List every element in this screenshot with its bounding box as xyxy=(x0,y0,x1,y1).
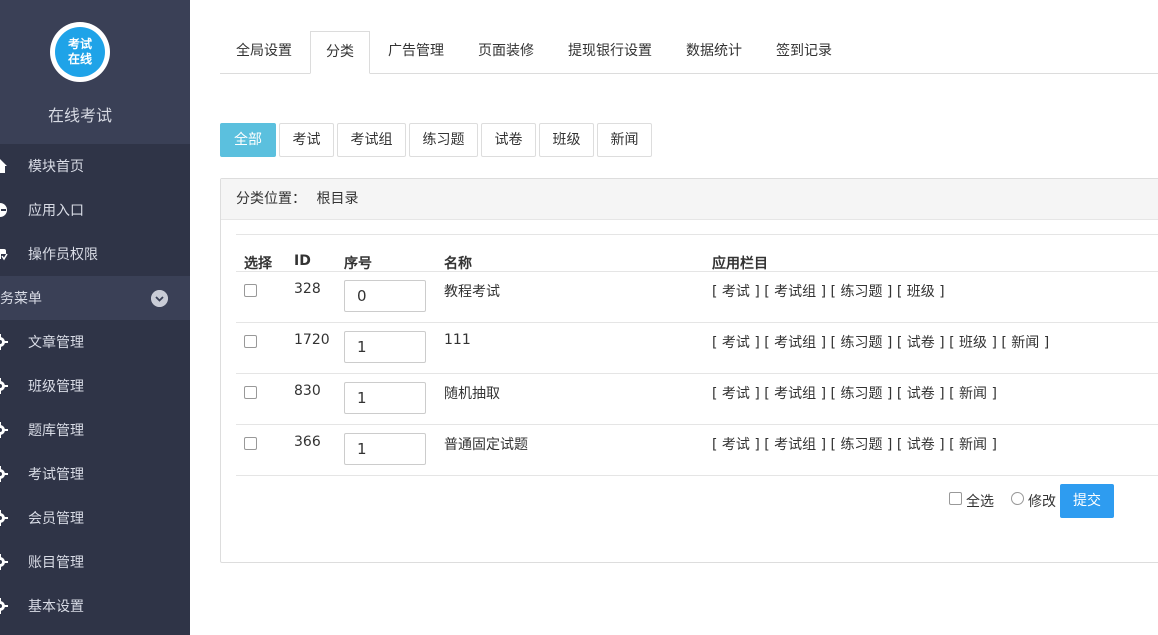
filter-news-button[interactable]: 新闻 xyxy=(597,123,652,157)
sidebar-item-question-bank[interactable]: 题库管理 xyxy=(0,408,190,452)
submit-button[interactable]: 提交 xyxy=(1060,484,1114,518)
gear-icon xyxy=(0,334,8,350)
settings-tabs: 全局设置 分类 广告管理 页面装修 提现银行设置 数据统计 签到记录 xyxy=(220,31,1158,74)
row-divider xyxy=(236,475,1158,476)
tab-category[interactable]: 分类 xyxy=(310,31,370,74)
row-columns[interactable]: [ 考试 ] [ 考试组 ] [ 练习题 ] [ 试卷 ] [ 班级 ] [ 新… xyxy=(712,332,1049,352)
sidebar-item-account-manage[interactable]: 账目管理 xyxy=(0,540,190,584)
location-value: 根目录 xyxy=(316,191,359,207)
filter-exam-button[interactable]: 考试 xyxy=(279,123,334,157)
tab-statistics[interactable]: 数据统计 xyxy=(670,31,758,72)
sidebar-item-label: 会员管理 xyxy=(28,511,84,527)
row-columns[interactable]: [ 考试 ] [ 考试组 ] [ 练习题 ] [ 班级 ] xyxy=(712,281,945,301)
filter-paper-button[interactable]: 试卷 xyxy=(481,123,536,157)
row-id: 328 xyxy=(294,281,321,297)
row-divider xyxy=(236,424,1158,425)
logo-badge: 考试 在线 xyxy=(55,27,105,77)
table-header-border xyxy=(236,271,1158,272)
tab-ad-manage[interactable]: 广告管理 xyxy=(372,31,460,72)
sidebar-header: 考试 在线 在线考试 xyxy=(0,0,190,144)
sidebar-item-label: 操作员权限 xyxy=(28,247,98,263)
order-input[interactable]: 1 xyxy=(344,331,426,363)
sidebar-item-module-home[interactable]: 模块首页 xyxy=(0,144,190,188)
sidebar-section-business[interactable]: 务菜单 xyxy=(0,276,190,320)
gear-icon xyxy=(0,598,8,614)
select-all-label: 全选 xyxy=(966,494,994,510)
home-icon xyxy=(0,159,7,173)
table-top-border xyxy=(236,234,1158,235)
row-id: 1720 xyxy=(294,332,330,348)
row-name: 教程考试 xyxy=(444,284,500,300)
location-label: 分类位置： xyxy=(236,191,306,207)
filter-practice-button[interactable]: 练习题 xyxy=(409,123,478,157)
filter-class-button[interactable]: 班级 xyxy=(539,123,594,157)
header-id: ID xyxy=(294,253,311,269)
gear-icon xyxy=(0,554,8,570)
sidebar-item-label: 题库管理 xyxy=(28,423,84,439)
tab-withdraw-bank[interactable]: 提现银行设置 xyxy=(552,31,668,72)
row-checkbox[interactable] xyxy=(244,284,257,297)
sidebar-item-basic-settings[interactable]: 基本设置 xyxy=(0,584,190,628)
sidebar-item-operator-permission[interactable]: 操作员权限 xyxy=(0,232,190,276)
sidebar-item-label: 模块首页 xyxy=(28,159,84,175)
sidebar-item-label: 基本设置 xyxy=(28,599,84,615)
chevron-down-icon[interactable] xyxy=(151,290,168,307)
sidebar-item-label: 账目管理 xyxy=(28,555,84,571)
entry-icon xyxy=(0,203,7,217)
header-select: 选择 xyxy=(244,256,272,272)
gear-icon xyxy=(0,378,8,394)
app-title: 在线考试 xyxy=(47,106,112,125)
logo-text-line1: 考试 xyxy=(67,37,92,51)
sidebar-item-class-manage[interactable]: 班级管理 xyxy=(0,364,190,408)
filter-all-button[interactable]: 全部 xyxy=(220,123,276,157)
order-input[interactable]: 1 xyxy=(344,433,426,465)
tab-global-settings[interactable]: 全局设置 xyxy=(220,31,308,72)
row-checkbox[interactable] xyxy=(244,437,257,450)
row-name: 普通固定试题 xyxy=(444,437,528,453)
gear-icon xyxy=(0,510,8,526)
sidebar-item-app-entry[interactable]: 应用入口 xyxy=(0,188,190,232)
tab-checkin-records[interactable]: 签到记录 xyxy=(760,31,848,72)
header-name: 名称 xyxy=(444,256,472,272)
row-columns[interactable]: [ 考试 ] [ 考试组 ] [ 练习题 ] [ 试卷 ] [ 新闻 ] xyxy=(712,434,997,454)
row-checkbox[interactable] xyxy=(244,335,257,348)
row-divider xyxy=(236,322,1158,323)
header-order: 序号 xyxy=(344,256,372,272)
permission-icon xyxy=(0,249,8,261)
modify-label: 修改 xyxy=(1028,494,1056,510)
app-logo[interactable]: 考试 在线 xyxy=(50,22,110,82)
row-columns[interactable]: [ 考试 ] [ 考试组 ] [ 练习题 ] [ 试卷 ] [ 新闻 ] xyxy=(712,383,997,403)
logo-text-line2: 在线 xyxy=(67,52,92,66)
gear-icon xyxy=(0,422,8,438)
sidebar-item-label: 班级管理 xyxy=(28,379,84,395)
filter-exam-group-button[interactable]: 考试组 xyxy=(337,123,406,157)
gear-icon xyxy=(0,466,8,482)
select-all-checkbox[interactable] xyxy=(949,492,962,505)
row-id: 830 xyxy=(294,383,321,399)
sidebar-item-label: 考试管理 xyxy=(28,467,84,483)
row-name: 随机抽取 xyxy=(444,386,500,402)
sidebar-item-label: 文章管理 xyxy=(28,335,84,351)
category-location: 分类位置： 根目录 xyxy=(221,179,1158,220)
sidebar: 考试 在线 在线考试 模块首页 应用入口 操作员权限 务菜单 文章管理 班级管理… xyxy=(0,0,190,635)
row-name: 111 xyxy=(444,332,471,348)
sidebar-item-article-manage[interactable]: 文章管理 xyxy=(0,320,190,364)
header-columns: 应用栏目 xyxy=(712,256,768,272)
sidebar-item-label: 应用入口 xyxy=(28,203,84,219)
category-panel: 分类位置： 根目录 xyxy=(220,178,1158,563)
sidebar-section-label: 务菜单 xyxy=(0,291,42,307)
order-input[interactable]: 1 xyxy=(344,382,426,414)
modify-radio[interactable] xyxy=(1011,492,1024,505)
tab-page-decoration[interactable]: 页面装修 xyxy=(462,31,550,72)
row-divider xyxy=(236,373,1158,374)
row-checkbox[interactable] xyxy=(244,386,257,399)
row-id: 366 xyxy=(294,434,321,450)
sidebar-item-exam-manage[interactable]: 考试管理 xyxy=(0,452,190,496)
order-input[interactable]: 0 xyxy=(344,280,426,312)
sidebar-item-member-manage[interactable]: 会员管理 xyxy=(0,496,190,540)
